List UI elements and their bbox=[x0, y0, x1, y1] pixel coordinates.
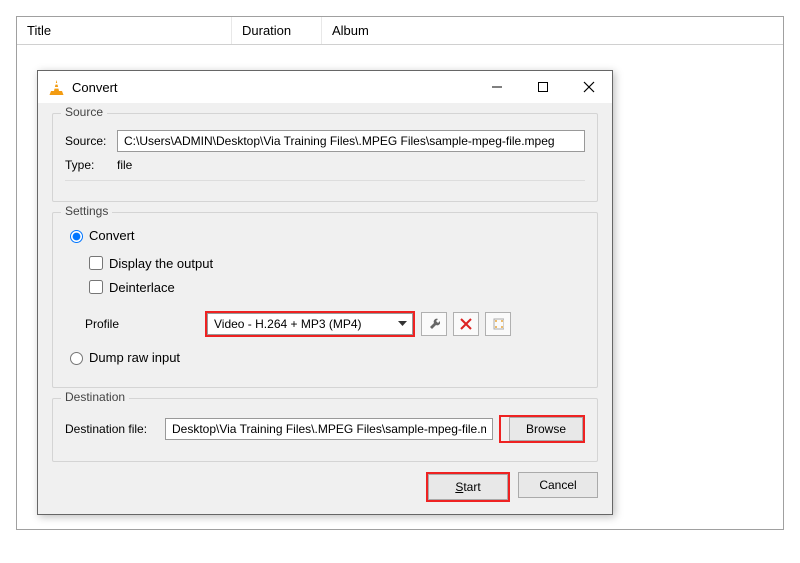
edit-profile-button[interactable] bbox=[421, 312, 447, 336]
vlc-cone-icon bbox=[48, 79, 65, 96]
browse-button[interactable]: Browse bbox=[509, 417, 583, 441]
destination-input[interactable] bbox=[165, 418, 493, 440]
convert-radio[interactable] bbox=[70, 230, 83, 243]
maximize-button[interactable] bbox=[520, 71, 566, 103]
start-button[interactable]: Start bbox=[428, 474, 508, 500]
column-album[interactable]: Album bbox=[322, 17, 783, 44]
settings-group-label: Settings bbox=[61, 204, 112, 218]
dump-radio-label: Dump raw input bbox=[89, 350, 180, 365]
destination-label: Destination file: bbox=[65, 422, 165, 436]
cancel-button[interactable]: Cancel bbox=[518, 472, 598, 498]
source-group: Source Source: Type: file bbox=[52, 113, 598, 202]
display-output-row[interactable]: Display the output bbox=[65, 253, 585, 273]
dialog-title: Convert bbox=[72, 80, 474, 95]
destination-group: Destination Destination file: Browse bbox=[52, 398, 598, 462]
column-duration[interactable]: Duration bbox=[232, 17, 322, 44]
profile-select[interactable]: Video - H.264 + MP3 (MP4) bbox=[207, 313, 413, 335]
source-input[interactable] bbox=[117, 130, 585, 152]
delete-profile-button[interactable] bbox=[453, 312, 479, 336]
type-label: Type: bbox=[65, 158, 117, 172]
column-title[interactable]: Title bbox=[17, 17, 232, 44]
type-value: file bbox=[117, 158, 132, 172]
wrench-icon bbox=[428, 317, 440, 331]
profile-label: Profile bbox=[85, 317, 205, 331]
display-output-label: Display the output bbox=[109, 256, 213, 271]
source-group-label: Source bbox=[61, 105, 107, 119]
display-output-checkbox[interactable] bbox=[89, 256, 103, 270]
dump-radio[interactable] bbox=[70, 352, 83, 365]
minimize-icon bbox=[491, 81, 503, 93]
x-icon bbox=[460, 318, 472, 330]
table-header: Title Duration Album bbox=[17, 17, 783, 45]
deinterlace-label: Deinterlace bbox=[109, 280, 175, 295]
convert-radio-row[interactable]: Convert bbox=[65, 227, 585, 243]
new-profile-button[interactable] bbox=[485, 312, 511, 336]
maximize-icon bbox=[537, 81, 549, 93]
close-icon bbox=[583, 81, 595, 93]
dump-radio-row[interactable]: Dump raw input bbox=[65, 349, 585, 365]
settings-group: Settings Convert Display the output Dein… bbox=[52, 212, 598, 388]
convert-radio-label: Convert bbox=[89, 228, 135, 243]
destination-group-label: Destination bbox=[61, 390, 129, 404]
deinterlace-row[interactable]: Deinterlace bbox=[65, 277, 585, 297]
new-icon bbox=[492, 317, 504, 331]
close-button[interactable] bbox=[566, 71, 612, 103]
deinterlace-checkbox[interactable] bbox=[89, 280, 103, 294]
titlebar[interactable]: Convert bbox=[38, 71, 612, 103]
minimize-button[interactable] bbox=[474, 71, 520, 103]
source-label: Source: bbox=[65, 134, 117, 148]
convert-dialog: Convert Source Source: Type: file bbox=[37, 70, 613, 515]
